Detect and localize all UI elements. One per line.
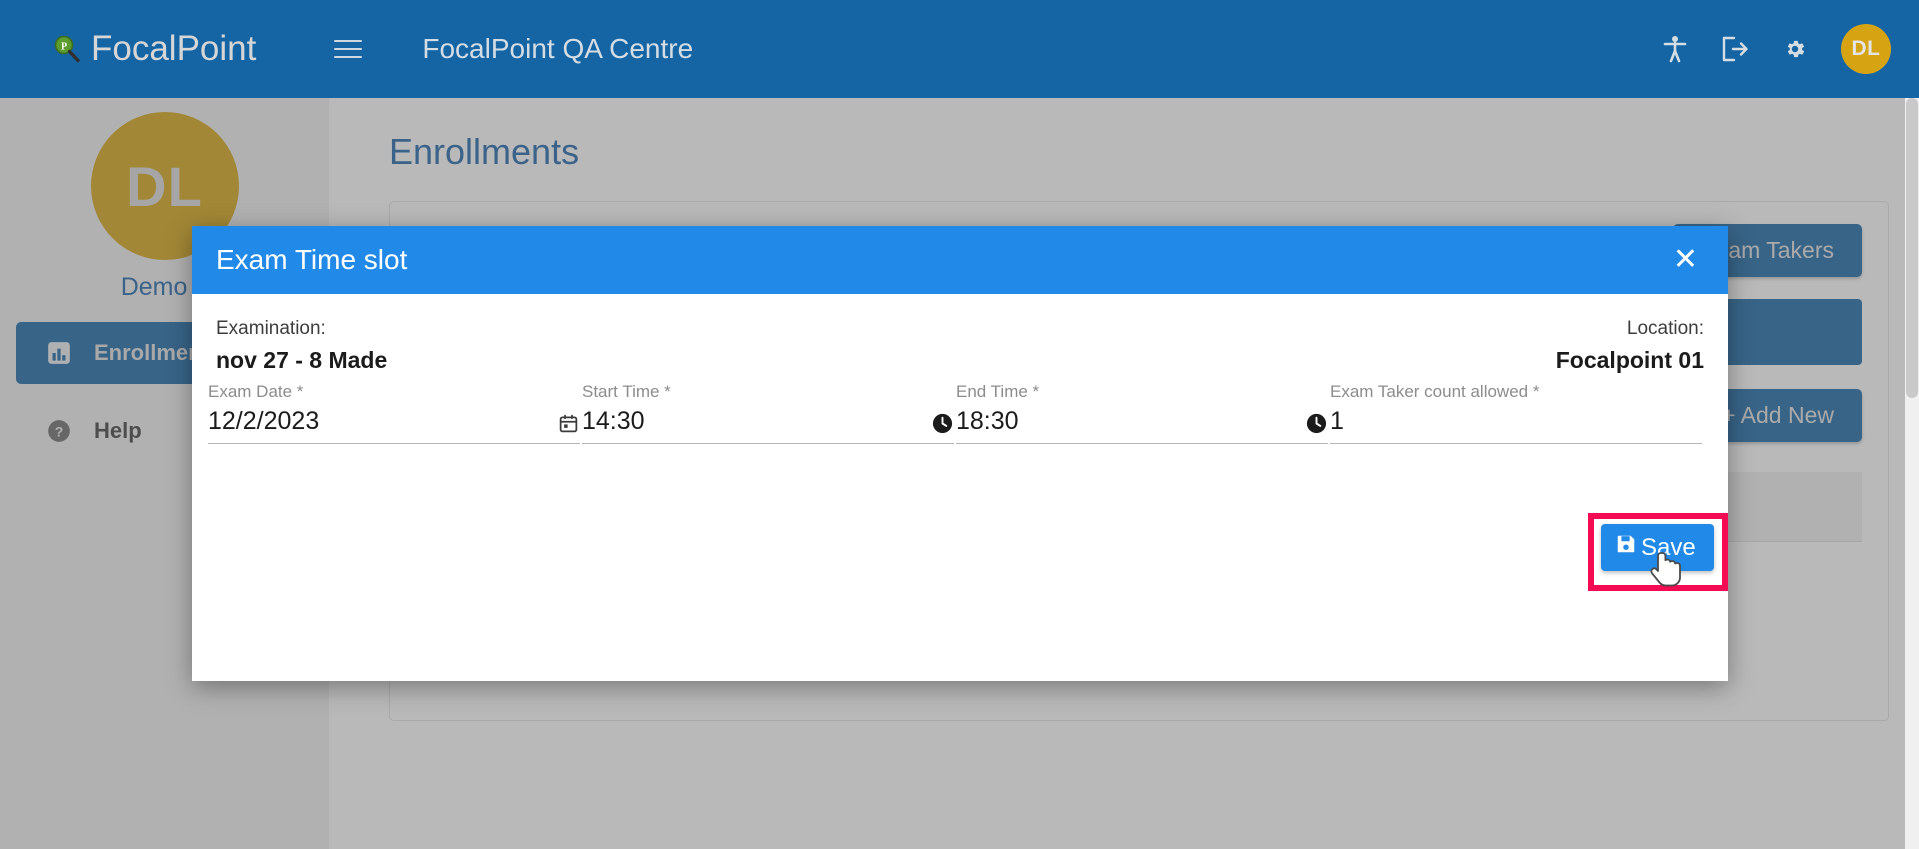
- end-time-input[interactable]: [956, 406, 1296, 436]
- end-time-label: End Time *: [956, 381, 1040, 401]
- end-time-input-wrap[interactable]: [956, 406, 1328, 444]
- clock-icon[interactable]: [930, 412, 954, 436]
- location-label: Location:: [1626, 318, 1704, 339]
- floppy-save-icon: [1615, 533, 1637, 562]
- end-time-field: End Time *: [956, 382, 1330, 444]
- hamburger-menu-icon[interactable]: [334, 37, 363, 61]
- magnifier-logo-icon: P: [52, 34, 82, 64]
- clock-icon[interactable]: [1304, 412, 1328, 436]
- exam-date-input-wrap[interactable]: [208, 406, 580, 444]
- accessibility-icon[interactable]: [1661, 34, 1689, 64]
- scrollbar-thumb[interactable]: [1906, 98, 1918, 398]
- exam-date-input[interactable]: [208, 406, 548, 436]
- calendar-icon[interactable]: [556, 412, 580, 436]
- top-bar-actions: DL: [1661, 24, 1891, 74]
- dialog-header: Exam Time slot ✕: [192, 226, 1728, 294]
- exam-date-label: Exam Date *: [208, 381, 304, 401]
- examination-value: nov 27 - 8 Made: [216, 346, 388, 373]
- exam-time-slot-dialog: Exam Time slot ✕ Examination: nov 27 - 8…: [192, 226, 1728, 681]
- start-time-field: Start Time *: [582, 382, 956, 444]
- location-info: Location: Focalpoint 01: [1556, 316, 1704, 376]
- logout-icon[interactable]: [1721, 34, 1749, 64]
- start-time-input[interactable]: [582, 406, 922, 436]
- top-app-bar: P FocalPoint FocalPoint QA Centre DL: [0, 0, 1919, 98]
- exam-taker-count-label: Exam Taker count allowed *: [1330, 381, 1540, 401]
- examination-label: Examination:: [216, 318, 326, 339]
- app-root: P FocalPoint FocalPoint QA Centre DL DL …: [0, 0, 1919, 849]
- exam-date-field: Exam Date *: [208, 382, 582, 444]
- examination-info: Examination: nov 27 - 8 Made: [216, 316, 387, 376]
- centre-title: FocalPoint QA Centre: [422, 33, 694, 64]
- exam-taker-count-input-wrap[interactable]: [1330, 406, 1702, 444]
- dialog-info-row: Examination: nov 27 - 8 Made Location: F…: [216, 294, 1704, 376]
- dialog-body: Examination: nov 27 - 8 Made Location: F…: [192, 294, 1728, 681]
- exam-taker-count-input[interactable]: [1330, 406, 1702, 436]
- svg-text:P: P: [61, 42, 67, 53]
- dialog-title: Exam Time slot: [216, 244, 408, 275]
- exam-taker-count-field: Exam Taker count allowed *: [1330, 382, 1704, 444]
- save-button[interactable]: Save: [1601, 524, 1714, 571]
- start-time-label: Start Time *: [582, 381, 671, 401]
- close-icon[interactable]: ✕: [1667, 243, 1704, 277]
- brand[interactable]: P FocalPoint: [52, 29, 256, 69]
- location-value: Focalpoint 01: [1555, 346, 1704, 373]
- avatar[interactable]: DL: [1841, 24, 1891, 74]
- start-time-input-wrap[interactable]: [582, 406, 954, 444]
- save-button-label: Save: [1641, 533, 1696, 561]
- dialog-fields: Exam Date * 12/2/2023 Start Time * 14:30…: [208, 382, 1704, 444]
- gear-icon[interactable]: [1781, 34, 1809, 64]
- page-scrollbar[interactable]: [1905, 98, 1919, 849]
- brand-title: FocalPoint: [91, 29, 257, 68]
